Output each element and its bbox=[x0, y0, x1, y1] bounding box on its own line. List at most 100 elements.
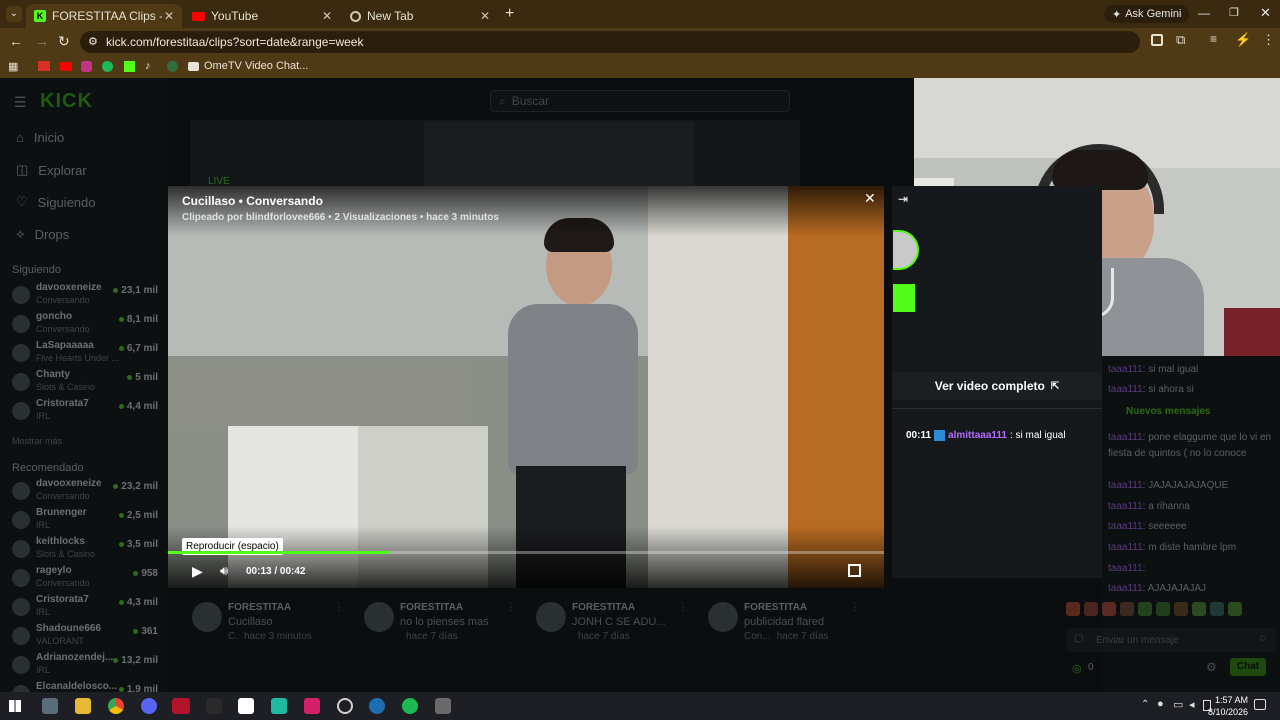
clip-card[interactable]: FORESTITAA Cucillaso C. hace 3 minutos ⋮ bbox=[168, 598, 344, 658]
channel-item[interactable]: Elcanaldelosco... 1,9 mil bbox=[12, 681, 162, 692]
emote-icon[interactable] bbox=[1156, 602, 1170, 616]
reload-button[interactable]: ↻ bbox=[58, 33, 70, 50]
emote-icon[interactable] bbox=[1102, 602, 1116, 616]
close-clip-icon[interactable]: ✕ bbox=[864, 190, 876, 207]
minimize-button[interactable]: — bbox=[1198, 6, 1210, 20]
kick-taskbar-icon[interactable] bbox=[271, 698, 287, 714]
tray-chevron-icon[interactable]: ⌃ bbox=[1141, 699, 1149, 710]
back-button[interactable]: ← bbox=[9, 33, 23, 49]
speaker-icon[interactable]: ◂ bbox=[1189, 698, 1195, 711]
volume-icon[interactable]: 🔊︎ bbox=[220, 563, 228, 579]
emote-icon[interactable] bbox=[1084, 602, 1098, 616]
chat-username[interactable]: taaa111 bbox=[1108, 384, 1143, 395]
puzzle-icon[interactable]: ⧉ bbox=[1176, 32, 1185, 48]
capcut-icon[interactable] bbox=[238, 698, 254, 714]
epic-games-icon[interactable] bbox=[206, 698, 222, 714]
kick-bookmark-icon[interactable] bbox=[124, 61, 135, 72]
instagram-bookmark-icon[interactable] bbox=[81, 61, 92, 72]
channel-item[interactable]: Cristorata7 IRL 4,3 mil bbox=[12, 594, 162, 622]
chat-username[interactable]: taaa111 bbox=[1108, 480, 1143, 491]
emote-icon[interactable] bbox=[1174, 602, 1188, 616]
tab-kick-clips[interactable]: K FORESTITAA Clips - Watch Live ✕ bbox=[26, 4, 182, 28]
profile-icon[interactable]: ⚡ bbox=[1235, 32, 1251, 48]
new-tab-button[interactable]: + bbox=[505, 5, 514, 23]
tiktok-bookmark-icon[interactable]: ♪ bbox=[145, 60, 151, 72]
chat-username[interactable]: taaa111 bbox=[1108, 364, 1143, 375]
channel-item[interactable]: Chanty Slots & Casino 5 mil bbox=[12, 369, 162, 397]
clip-card[interactable]: FORESTITAA JONH C SE ADU... hace 7 días ⋮ bbox=[512, 598, 688, 658]
nav-inicio[interactable]: ⌂ Inicio bbox=[16, 130, 64, 145]
streamer-avatar[interactable] bbox=[893, 230, 919, 270]
chat-send-button[interactable]: Chat bbox=[1230, 658, 1266, 676]
chat-input[interactable]: Enviar un mensaje ▢ ☺ bbox=[1066, 628, 1276, 652]
tab-youtube[interactable]: YouTube ✕ bbox=[184, 4, 340, 28]
channel-item[interactable]: rageylo Conversando 958 bbox=[12, 565, 162, 593]
emote-icon[interactable] bbox=[1066, 602, 1080, 616]
obs-icon[interactable] bbox=[337, 698, 353, 714]
network-icon[interactable]: ▭ bbox=[1173, 698, 1183, 711]
chat-username[interactable]: taaa111 bbox=[1108, 501, 1143, 512]
chat-settings-icon[interactable]: ⚙ bbox=[1206, 660, 1217, 674]
media-control-icon[interactable]: ≡ bbox=[1210, 32, 1217, 46]
task-view-icon[interactable] bbox=[42, 698, 58, 714]
gmail-bookmark-icon[interactable] bbox=[38, 61, 50, 71]
kebab-menu-icon[interactable]: ⋮ bbox=[850, 602, 860, 613]
tab-new-tab[interactable]: New Tab ✕ bbox=[342, 4, 498, 28]
channel-item[interactable]: Brunenger IRL 2,5 mil bbox=[12, 507, 162, 535]
game-launcher-icon[interactable] bbox=[172, 698, 190, 714]
tab-search-button[interactable]: ⌄ bbox=[6, 6, 22, 22]
tiktok-taskbar-icon[interactable] bbox=[304, 698, 320, 714]
clip-player[interactable]: Cucillaso • Conversando Clipeado por bli… bbox=[168, 186, 884, 588]
menu-kebab-icon[interactable]: ⋮ bbox=[1262, 32, 1275, 48]
follow-button[interactable] bbox=[893, 284, 915, 312]
close-tab-icon[interactable]: ✕ bbox=[164, 9, 174, 23]
ask-gemini-button[interactable]: ✦ Ask Gemini bbox=[1104, 5, 1190, 23]
close-tab-icon[interactable]: ✕ bbox=[480, 9, 490, 23]
play-button-icon[interactable]: ▶ bbox=[192, 563, 203, 580]
channel-item[interactable]: davooxeneize Conversando 23,1 mil bbox=[12, 282, 162, 310]
chat-username[interactable]: taaa111 bbox=[1108, 583, 1143, 594]
chat-username[interactable]: almittaaa111 bbox=[948, 430, 1007, 441]
hamburger-menu-icon[interactable]: ☰ bbox=[14, 94, 27, 111]
close-window-button[interactable]: ✕ bbox=[1260, 5, 1271, 21]
chat-username[interactable]: taaa111 bbox=[1108, 563, 1143, 574]
channel-item[interactable]: goncho Conversando 8,1 mil bbox=[12, 311, 162, 339]
channel-item[interactable]: LaSapaaaaa Five Hearts Under ... 6,7 mil bbox=[12, 340, 162, 368]
emoji-icon[interactable]: ☺ bbox=[1258, 633, 1268, 644]
spotify-taskbar-icon[interactable] bbox=[402, 698, 418, 714]
site-info-icon[interactable]: ⚙ bbox=[88, 35, 98, 48]
chrome-taskbar-icon[interactable] bbox=[108, 698, 124, 714]
nav-drops[interactable]: ⟡ Drops bbox=[16, 226, 69, 242]
windows-start-icon[interactable] bbox=[9, 700, 21, 712]
chat-settings-toggle-icon[interactable]: ▢ bbox=[1074, 633, 1083, 644]
app-taskbar-icon[interactable] bbox=[435, 698, 451, 714]
channel-item[interactable]: Cristorata7 IRL 4,4 mil bbox=[12, 398, 162, 426]
progress-track[interactable] bbox=[168, 551, 884, 554]
chat-bookmark-icon[interactable] bbox=[167, 61, 178, 72]
microphone-icon[interactable]: ● bbox=[1157, 698, 1164, 710]
show-more-link[interactable]: Mostrar más bbox=[12, 436, 62, 446]
chat-username[interactable]: taaa111 bbox=[1108, 521, 1143, 532]
channel-item[interactable]: keithlocks Slots & Casino 3,5 mil bbox=[12, 536, 162, 564]
steam-icon[interactable] bbox=[369, 698, 385, 714]
restore-button[interactable]: ❐ bbox=[1229, 6, 1239, 19]
full-video-button[interactable]: Ver video completo ⇱ bbox=[892, 372, 1102, 400]
search-bar[interactable]: ⌕ Buscar bbox=[490, 90, 790, 112]
clock-time[interactable]: 1:57 AM bbox=[1208, 695, 1248, 705]
close-tab-icon[interactable]: ✕ bbox=[322, 9, 332, 23]
nav-siguiendo[interactable]: ♡ Siguiendo bbox=[16, 194, 95, 210]
address-bar[interactable]: ⚙ kick.com/forestitaa/clips?sort=date&ra… bbox=[80, 31, 1140, 53]
channel-item[interactable]: Shadoune666 VALORANT 361 bbox=[12, 623, 162, 651]
emote-icon[interactable] bbox=[1192, 602, 1206, 616]
kick-logo[interactable]: KICK bbox=[40, 90, 93, 113]
discord-icon[interactable] bbox=[141, 698, 157, 714]
clip-card[interactable]: FORESTITAA no lo pienses mas hace 7 días ⋮ bbox=[340, 598, 516, 658]
notifications-icon[interactable] bbox=[1254, 699, 1266, 710]
points-icon[interactable]: ◎ bbox=[1072, 662, 1082, 675]
file-explorer-icon[interactable] bbox=[75, 698, 91, 714]
channel-item[interactable]: Adrianozendej... IRL 13,2 mil bbox=[12, 652, 162, 680]
chat-username[interactable]: taaa111 bbox=[1108, 542, 1143, 553]
emote-icon[interactable] bbox=[1138, 602, 1152, 616]
collapse-panel-icon[interactable]: ⇥ bbox=[898, 192, 908, 206]
youtube-bookmark-icon[interactable] bbox=[60, 62, 72, 71]
